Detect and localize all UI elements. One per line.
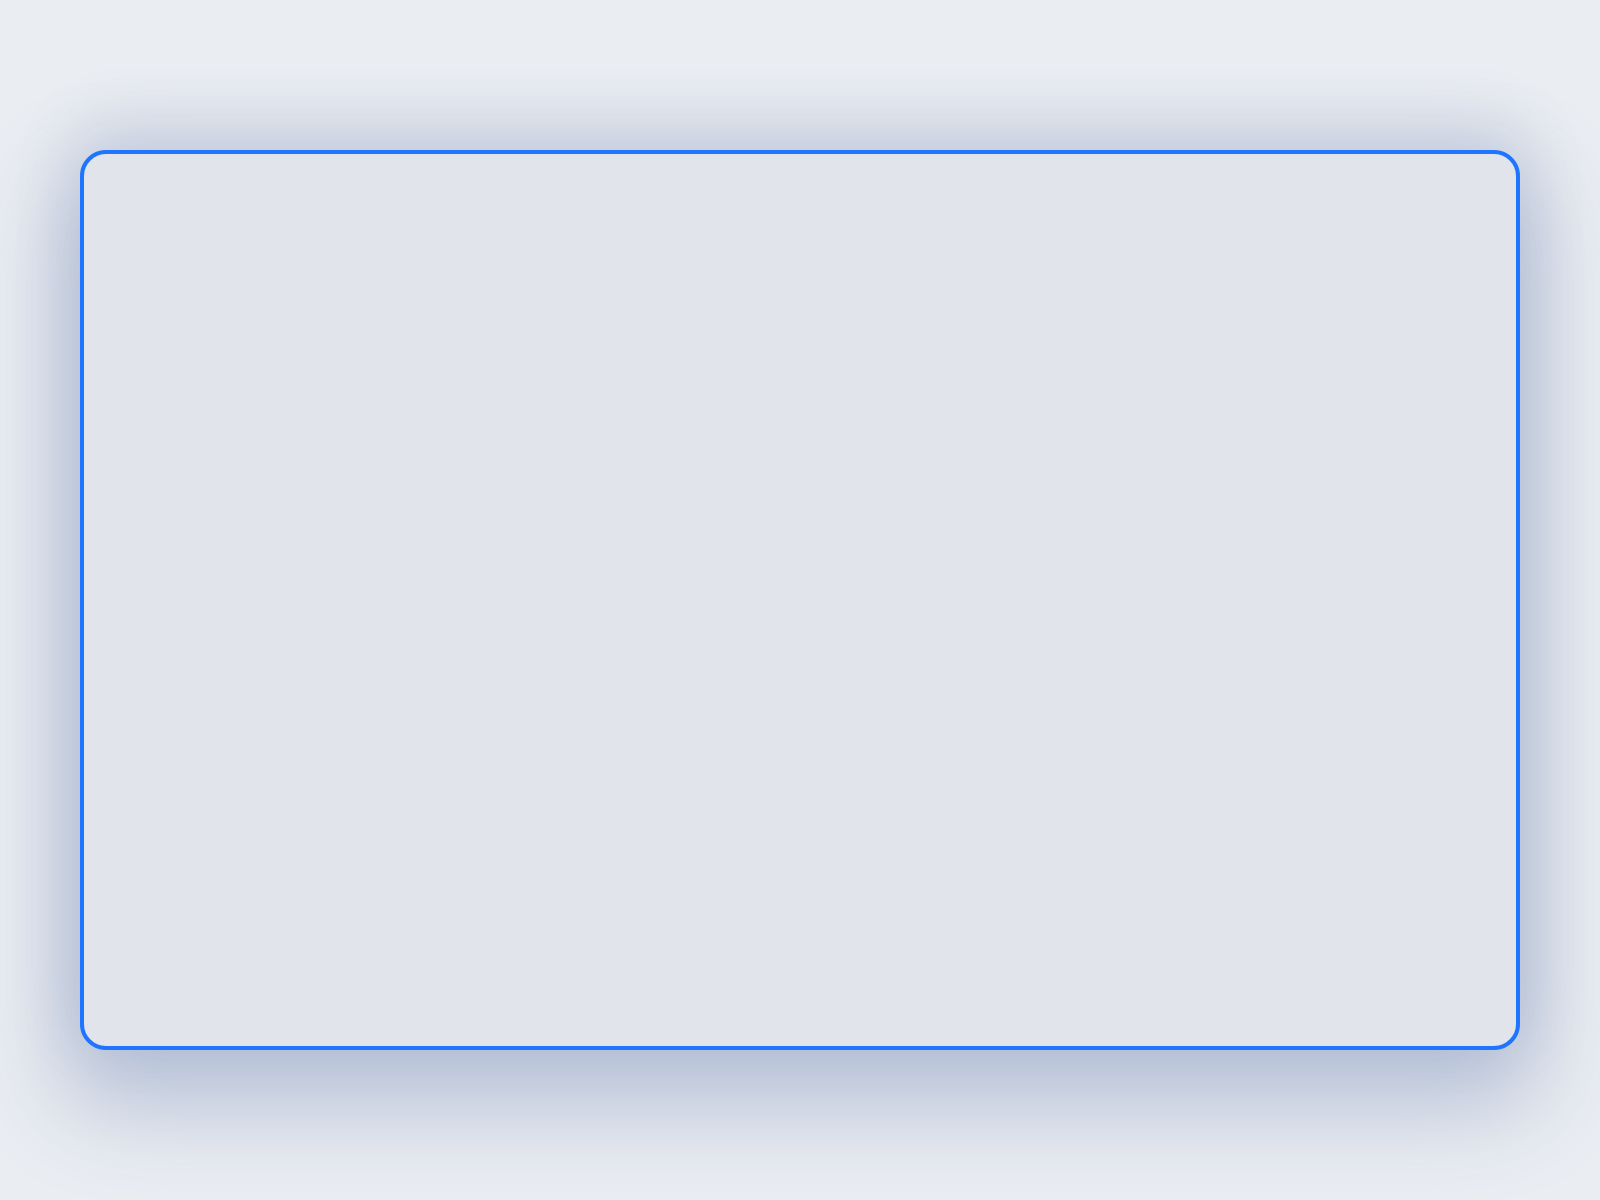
empty-panel [80, 150, 1520, 1050]
